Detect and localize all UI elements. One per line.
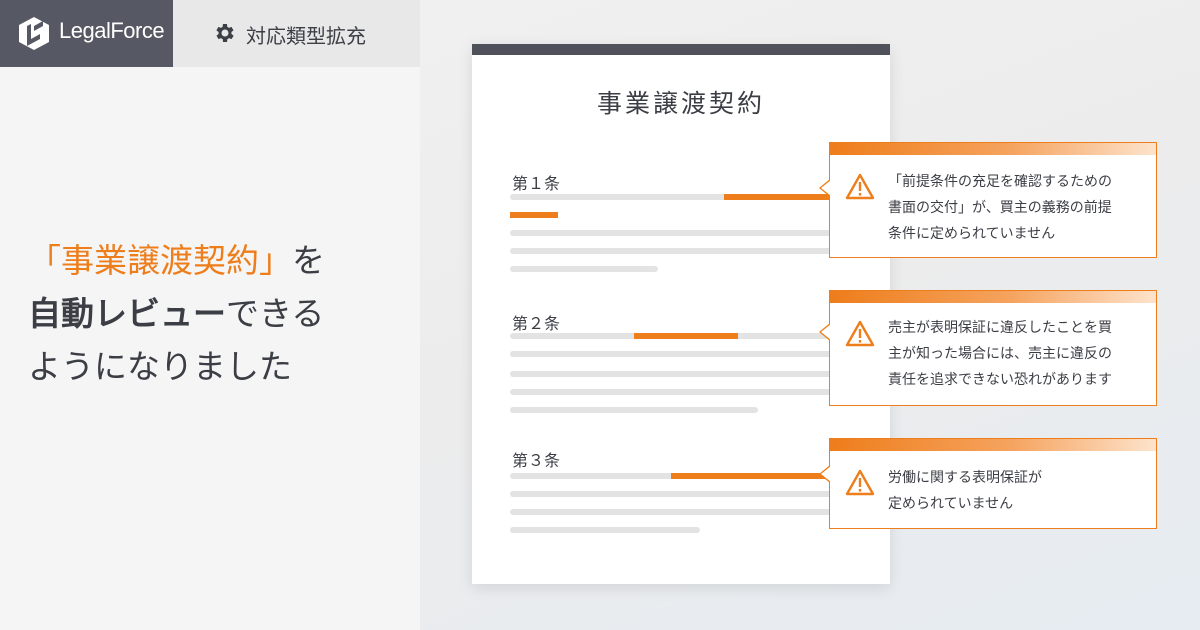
highlight-line [634, 333, 738, 339]
warning-icon [845, 320, 875, 347]
text-line [510, 230, 850, 236]
text-line [510, 509, 850, 515]
legalforce-logo-icon [19, 17, 49, 50]
article-label-1: 第１条 [512, 174, 561, 193]
contract-document: 事業譲渡契約 第１条 第２条 第３条 [472, 44, 890, 584]
text-line [510, 491, 850, 497]
headline-line2-rest: できる [226, 294, 325, 333]
highlight-line [724, 194, 834, 200]
review-callout-3: 労働に関する表明保証が 定められていません [819, 438, 1157, 529]
callout-text: 労働に関する表明保証が 定められていません [888, 470, 1042, 512]
callout-top-bar [830, 291, 1156, 303]
category-tag-label: 対応類型拡充 [246, 24, 366, 48]
category-tag: 対応類型拡充 [173, 0, 420, 67]
headline: 「事業譲渡契約」を 自動レビューできる ようになりました [28, 234, 325, 393]
review-callout-2: 売主が表明保証に違反したことを買 主が知った場合には、売主に違反の 責任を追求で… [819, 290, 1157, 406]
left-panel: LegalForce 対応類型拡充 「事業譲渡契約」を 自動レビューできる よう… [0, 0, 420, 630]
headline-line3: ようになりました [28, 347, 292, 386]
text-line [510, 266, 658, 272]
text-line [510, 527, 700, 533]
text-line [510, 389, 850, 395]
highlight-line [671, 473, 831, 479]
review-callout-1: 「前提条件の充足を確認するための 書面の交付」が、買主の義務の前提 条件に定めら… [819, 142, 1157, 258]
text-line [510, 248, 850, 254]
article-label-2: 第２条 [512, 314, 561, 333]
logo: LegalForce [0, 0, 173, 67]
headline-bold: 自動レビュー [28, 294, 226, 333]
callout-text: 「前提条件の充足を確認するための 書面の交付」が、買主の義務の前提 条件に定めら… [888, 174, 1112, 242]
headline-highlight: 「事業譲渡契約」 [28, 241, 292, 280]
warning-icon [845, 469, 875, 496]
callout-top-bar [830, 439, 1156, 451]
callout-text: 売主が表明保証に違反したことを買 主が知った場合には、売主に違反の 責任を追求で… [888, 320, 1112, 388]
article-label-3: 第３条 [512, 451, 561, 470]
warning-icon [845, 173, 875, 200]
highlight-line [510, 212, 558, 218]
document-top-bar [472, 44, 890, 55]
text-line [510, 407, 758, 413]
text-line [510, 351, 850, 357]
headline-line1-rest: を [292, 241, 325, 280]
callout-top-bar [830, 143, 1156, 155]
document-title: 事業譲渡契約 [596, 89, 765, 118]
gear-icon [216, 24, 234, 42]
logo-text: LegalForce [59, 18, 165, 43]
text-line [510, 371, 850, 377]
